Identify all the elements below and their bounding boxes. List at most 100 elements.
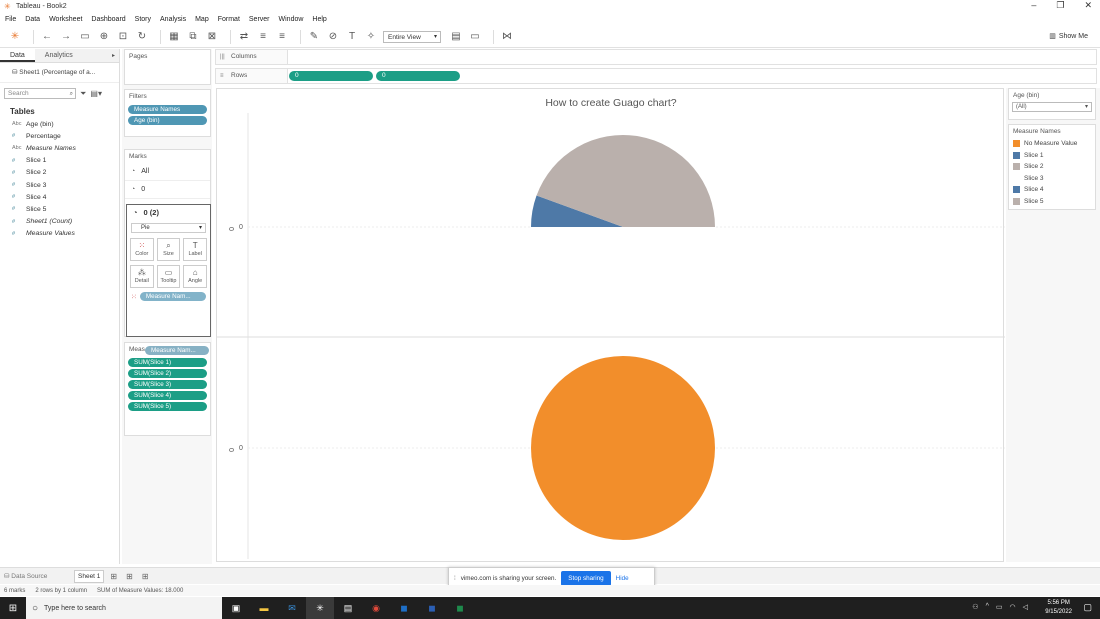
taskbar-search-input[interactable]: ○ Type here to search (26, 597, 222, 619)
marks-all-row[interactable]: ◔ All (125, 163, 210, 181)
field-slice-2[interactable]: # Slice 2 (0, 167, 119, 179)
pin-icon[interactable]: ✧ (364, 30, 378, 44)
menu-help[interactable]: Help (312, 16, 326, 23)
new-dashboard-icon[interactable]: ⊞ (126, 572, 133, 581)
columns-shelf[interactable]: ||| Columns (215, 49, 1097, 65)
view-fit-dropdown[interactable]: Entire View (383, 30, 441, 43)
rows-pill-0-b[interactable]: 0 (376, 71, 460, 81)
outlook-icon[interactable]: ◼ (390, 597, 418, 619)
task-view-icon[interactable]: ▣ (222, 597, 250, 619)
menu-dashboard[interactable]: Dashboard (91, 16, 125, 23)
datasource-item[interactable]: ⛁ Sheet1 (Percentage of a... (0, 63, 119, 83)
minimize-button[interactable]: – (1031, 0, 1036, 11)
chrome-icon[interactable]: ◉ (362, 597, 390, 619)
measure-pill-slice-5[interactable]: SUM(Slice 5) (128, 402, 207, 411)
measure-pill-slice-2[interactable]: SUM(Slice 2) (128, 369, 207, 378)
tab-data[interactable]: Data (0, 49, 35, 62)
windows-start-icon[interactable]: ⊞ (0, 603, 26, 614)
measure-pill-slice-3[interactable]: SUM(Slice 3) (128, 380, 207, 389)
menu-analysis[interactable]: Analysis (160, 16, 186, 23)
pages-shelf[interactable]: Pages (124, 49, 211, 85)
field-measure-names[interactable]: Abc Measure Names (0, 142, 119, 154)
presentation-icon[interactable]: ▭ (468, 30, 482, 44)
color-measure-names-pill[interactable]: Measure Nam... (139, 292, 206, 301)
file-explorer-icon[interactable]: ▬ (250, 597, 278, 619)
label-button[interactable]: T Label (183, 238, 208, 261)
show-me-button[interactable]: ▥ Show Me (1049, 32, 1088, 41)
color-button[interactable]: ⁙ Color (130, 238, 154, 261)
stop-sharing-button[interactable]: Stop sharing (561, 571, 611, 586)
legend-item-slice-4[interactable]: Slice 4 (1009, 184, 1095, 196)
legend-item-no-measure-value[interactable]: No Measure Value (1009, 138, 1095, 150)
mark-type-dropdown[interactable]: Pie (131, 223, 206, 233)
highlight-icon[interactable]: ✎ (307, 30, 321, 44)
clear-sheet-icon[interactable]: ⊠ (205, 30, 219, 44)
marks-zero-2-header[interactable]: ◔ 0 (2) (127, 205, 210, 220)
menu-format[interactable]: Format (218, 16, 240, 23)
view-options-icon[interactable]: ▤▾ (90, 89, 102, 98)
size-button[interactable]: ⌕ Size (156, 238, 181, 261)
menu-data[interactable]: Data (25, 16, 40, 23)
pie-top[interactable] (531, 135, 715, 319)
menu-window[interactable]: Window (279, 16, 304, 23)
sheet-1-tab[interactable]: Sheet 1 (74, 569, 105, 583)
tableau-taskbar-icon[interactable]: ✳ (306, 597, 334, 619)
redo-icon[interactable]: → (59, 30, 73, 44)
undo-icon[interactable]: ← (40, 30, 54, 44)
menu-worksheet[interactable]: Worksheet (49, 16, 82, 23)
field-slice-1[interactable]: # Slice 1 (0, 155, 119, 167)
tooltip-button[interactable]: ▭ Tooltip (156, 265, 181, 288)
new-worksheet-icon[interactable]: ▦ (167, 30, 181, 44)
angle-button[interactable]: ⌂ Angle (183, 265, 208, 288)
field-slice-4[interactable]: # Slice 4 (0, 191, 119, 203)
field-age-bin[interactable]: Abc Age (bin) (0, 118, 119, 130)
group-icon[interactable]: ⊘ (326, 30, 340, 44)
dragged-measure-names-pill[interactable]: Measure Nam... (145, 346, 209, 355)
close-button[interactable]: ✕ (1084, 0, 1092, 11)
rows-shelf[interactable]: ≡ Rows 0 0 (215, 68, 1097, 84)
tableau-home-icon[interactable]: ✳ (8, 30, 22, 44)
search-input[interactable]: Search ⌕ (4, 88, 76, 99)
filter-pill-age-bin[interactable]: Age (bin) (128, 116, 207, 125)
marks-zero-row[interactable]: ◔ 0 (125, 181, 210, 199)
notifications-icon[interactable]: ▢ (1083, 602, 1092, 613)
maximize-button[interactable]: ❐ (1056, 0, 1064, 11)
measure-pill-slice-1[interactable]: SUM(Slice 1) (128, 358, 207, 367)
share-icon[interactable]: ⋈ (500, 30, 514, 44)
measure-pill-slice-4[interactable]: SUM(Slice 4) (128, 391, 207, 400)
menu-story[interactable]: Story (135, 16, 151, 23)
word-icon[interactable]: ◼ (418, 597, 446, 619)
pie-slice-no-measure-value[interactable] (531, 356, 715, 540)
field-measure-values[interactable]: # Measure Values (0, 228, 119, 240)
pie-bottom[interactable] (531, 356, 715, 540)
filter-icon[interactable]: ⏷ (80, 89, 86, 99)
new-data-source-icon[interactable]: ⊕ (97, 30, 111, 44)
filter-pill-measure-names[interactable]: Measure Names (128, 105, 207, 114)
viz-canvas[interactable]: How to create Guago chart? 0 0 0 0 (216, 88, 1005, 562)
mail-icon[interactable]: ✉ (278, 597, 306, 619)
detail-button[interactable]: ⁂ Detail (130, 265, 154, 288)
data-source-tab[interactable]: ⛁ Data Source (4, 572, 74, 580)
pie-slice-hidden[interactable] (531, 227, 715, 319)
field-slice-5[interactable]: # Slice 5 (0, 203, 119, 215)
sort-ascending-icon[interactable]: ≡ (256, 30, 270, 44)
tab-analytics[interactable]: Analytics (34, 49, 119, 62)
save-icon[interactable]: ▭ (78, 30, 92, 44)
wifi-icon[interactable]: ◠ (1010, 603, 1016, 611)
network-icon[interactable]: ▭ (996, 603, 1003, 611)
new-worksheet-icon[interactable]: ⊞ (110, 572, 117, 581)
menu-server[interactable]: Server (249, 16, 270, 23)
filters-shelf[interactable]: Filters Measure Names Age (bin) (124, 89, 211, 137)
people-icon[interactable]: ⚇ (972, 603, 978, 611)
legend-item-slice-5[interactable]: Slice 5 (1009, 196, 1095, 208)
menu-map[interactable]: Map (195, 16, 209, 23)
age-bin-select[interactable]: (All) (1012, 102, 1092, 112)
hide-button[interactable]: Hide (616, 575, 629, 582)
notepad-icon[interactable]: ▤ (334, 597, 362, 619)
drag-handle-icon[interactable]: ⁞ (454, 575, 456, 582)
swap-icon[interactable]: ⇄ (237, 30, 251, 44)
field-sheet1-count[interactable]: # Sheet1 (Count) (0, 216, 119, 228)
clock[interactable]: 5:56 PM 9/15/2022 (1045, 599, 1072, 617)
field-percentage[interactable]: # Percentage (0, 130, 119, 142)
sort-descending-icon[interactable]: ≡ (275, 30, 289, 44)
